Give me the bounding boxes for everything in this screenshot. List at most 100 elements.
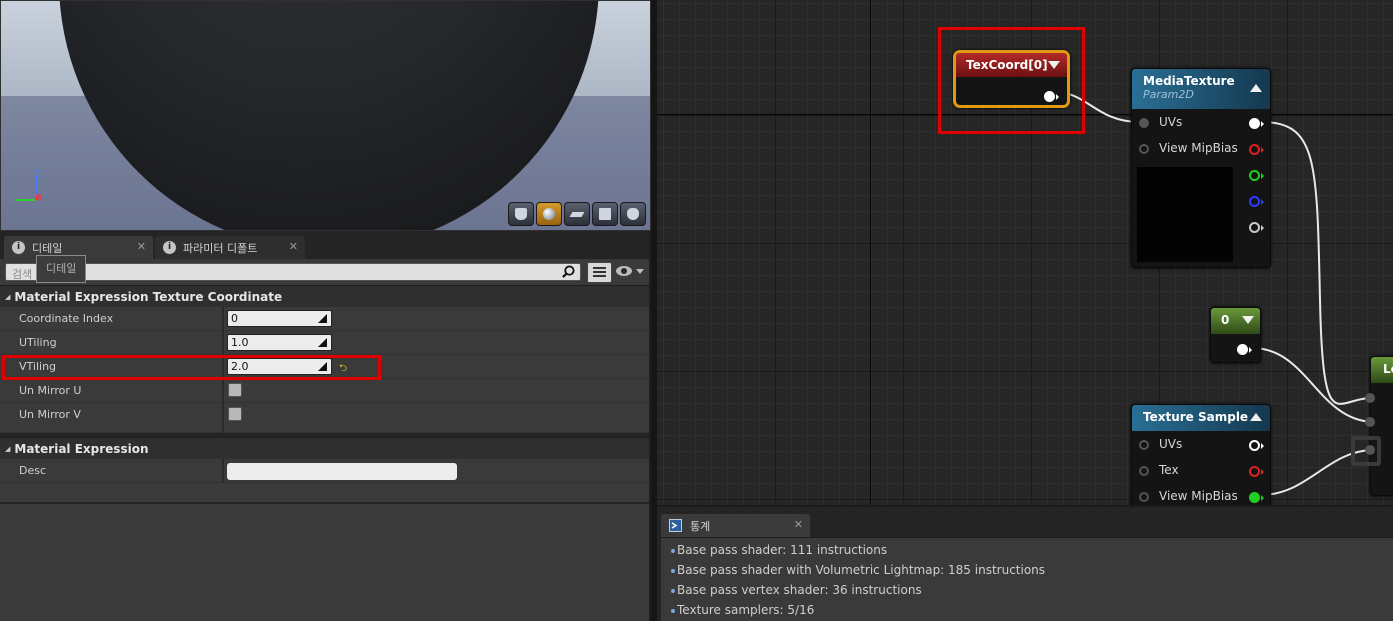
teapot-preview-button[interactable]: [620, 202, 646, 226]
utiling-input[interactable]: 1.0: [227, 334, 332, 351]
resize-grip-icon: [318, 362, 327, 371]
texture-sample-rgb-output-pin[interactable]: [1249, 440, 1264, 451]
texture-sample-mipbias-input-pin[interactable]: [1139, 492, 1149, 502]
partial-node-title: Le: [1383, 362, 1393, 376]
constant-node-header: 0: [1211, 308, 1260, 334]
texcoord-node[interactable]: TexCoord[0]: [953, 50, 1070, 108]
texture-sample-node[interactable]: Texture Sample UVs Tex View MipBias: [1131, 404, 1271, 505]
mediatexture-rgb-output-pin[interactable]: [1249, 118, 1264, 129]
mediatexture-g-output-pin[interactable]: [1249, 170, 1264, 181]
mediatexture-mipbias-input-pin[interactable]: [1139, 144, 1149, 154]
column-splitter[interactable]: [222, 403, 224, 433]
column-splitter[interactable]: [222, 459, 224, 483]
texture-sample-tex-input-pin[interactable]: [1139, 466, 1149, 476]
close-icon[interactable]: ✕: [289, 240, 298, 253]
texture-sample-g-output-pin[interactable]: [1249, 492, 1264, 503]
material-graph-canvas[interactable]: TexCoord[0] MediaTexture Param2D UVs Vie…: [657, 0, 1393, 505]
material-preview-viewport[interactable]: Z X: [0, 0, 651, 231]
property-label: Un Mirror U: [19, 384, 82, 397]
details-tabbar: i 디테일 ✕ i 파라미터 디폴트 ✕ 디테일: [0, 231, 649, 283]
un-mirror-v-checkbox[interactable]: [228, 407, 242, 421]
collapse-toggle-icon[interactable]: [1250, 413, 1262, 421]
tab-parameter-defaults-label: 파라미터 디폴트: [183, 241, 258, 255]
constant-node-title: 0: [1221, 313, 1230, 327]
reset-to-default-icon[interactable]: ⮌: [339, 361, 347, 378]
partial-node[interactable]: Le: [1365, 356, 1393, 496]
vtiling-input[interactable]: 2.0: [227, 358, 332, 375]
stats-panel: 통계 ✕ Base pass shader: 111 instructions …: [657, 505, 1393, 621]
texture-sample-node-header: Texture Sample: [1132, 405, 1270, 431]
axis-x-label: X: [36, 193, 43, 204]
category-texture-coordinate[interactable]: Material Expression Texture Coordinate: [0, 285, 649, 307]
cylinder-preview-button[interactable]: [508, 202, 534, 226]
close-icon[interactable]: ✕: [137, 240, 146, 253]
property-matrix-button[interactable]: [587, 262, 612, 283]
category-material-expression[interactable]: Material Expression: [0, 437, 649, 459]
cube-preview-button[interactable]: [592, 202, 618, 226]
tab-parameter-defaults[interactable]: i 파라미터 디폴트 ✕: [155, 236, 305, 259]
partial-node-input-a-pin[interactable]: [1365, 393, 1375, 403]
vtiling-value: 2.0: [231, 360, 249, 373]
mediatexture-r-output-pin[interactable]: [1249, 144, 1264, 155]
resize-grip-icon: [318, 314, 327, 323]
property-un-mirror-u: Un Mirror U: [0, 379, 649, 403]
mediatexture-a-output-pin[interactable]: [1249, 222, 1264, 233]
mediatexture-b-row: [1132, 191, 1270, 211]
un-mirror-u-checkbox[interactable]: [228, 383, 242, 397]
details-panel: i 디테일 ✕ i 파라미터 디폴트 ✕ 디테일 검색 디테일 Material…: [0, 231, 651, 621]
desc-input[interactable]: [227, 463, 457, 480]
texture-sample-uvs-input-pin[interactable]: [1139, 440, 1149, 450]
constant-output-row: [1211, 339, 1260, 359]
column-splitter[interactable]: [222, 307, 224, 331]
sphere-icon: [543, 208, 555, 220]
partial-node-input-b-pin[interactable]: [1365, 417, 1375, 427]
collapse-toggle-icon[interactable]: [1242, 316, 1254, 324]
mediatexture-uvs-row: UVs: [1132, 113, 1270, 133]
preview-mesh-toolbar: [508, 202, 646, 226]
partial-node-header: Le: [1371, 357, 1393, 383]
utiling-value: 1.0: [231, 336, 249, 349]
details-empty-area: [0, 502, 649, 621]
collapse-toggle-icon[interactable]: [1048, 61, 1060, 69]
texture-sample-uvs-row: UVs: [1132, 435, 1270, 455]
collapse-toggle-icon[interactable]: [1250, 84, 1262, 92]
texture-sample-tex-row: Tex: [1132, 461, 1270, 481]
info-icon: i: [163, 241, 176, 254]
details-search-input[interactable]: 검색 디테일: [5, 263, 581, 281]
mediatexture-uvs-label: UVs: [1159, 115, 1183, 129]
axis-gizmo-icon: [15, 177, 39, 201]
mediatexture-mipbias-label: View MipBias: [1159, 141, 1238, 155]
sphere-preview-button[interactable]: [536, 202, 562, 226]
tab-stats[interactable]: 통계 ✕: [661, 514, 810, 537]
cylinder-icon: [515, 208, 527, 220]
teapot-icon: [627, 208, 639, 220]
partial-node-ghost: [1351, 436, 1381, 466]
column-splitter[interactable]: [222, 379, 224, 403]
coordinate-index-input[interactable]: 0: [227, 310, 332, 327]
constant-node[interactable]: 0: [1210, 307, 1261, 363]
plane-icon: [569, 211, 585, 217]
mediatexture-node[interactable]: MediaTexture Param2D UVs View MipBias: [1131, 68, 1271, 268]
stat-line: Base pass shader: 111 instructions: [661, 538, 1393, 558]
mediatexture-mipbias-row: View MipBias: [1132, 139, 1270, 159]
constant-output-pin[interactable]: [1237, 344, 1252, 355]
texture-sample-uvs-label: UVs: [1159, 437, 1183, 451]
search-icon[interactable]: [562, 265, 575, 278]
close-icon[interactable]: ✕: [794, 518, 803, 531]
plane-preview-button[interactable]: [564, 202, 590, 226]
stats-content: Base pass shader: 111 instructions Base …: [661, 537, 1393, 621]
mediatexture-b-output-pin[interactable]: [1249, 196, 1264, 207]
column-splitter[interactable]: [222, 355, 224, 379]
texture-sample-r-output-pin[interactable]: [1249, 466, 1264, 477]
stat-line: Base pass vertex shader: 36 instructions: [661, 578, 1393, 598]
mediatexture-node-header: MediaTexture Param2D: [1132, 69, 1270, 109]
texcoord-output-pin[interactable]: [1044, 91, 1059, 102]
property-un-mirror-v: Un Mirror V: [0, 403, 649, 433]
resize-grip-icon: [318, 338, 327, 347]
tab-stats-label: 통계: [690, 519, 711, 533]
chevron-down-icon[interactable]: [636, 269, 644, 274]
mediatexture-uvs-input-pin[interactable]: [1139, 118, 1149, 128]
eye-icon[interactable]: [616, 266, 632, 276]
column-splitter[interactable]: [222, 331, 224, 355]
stats-icon: [669, 519, 682, 532]
